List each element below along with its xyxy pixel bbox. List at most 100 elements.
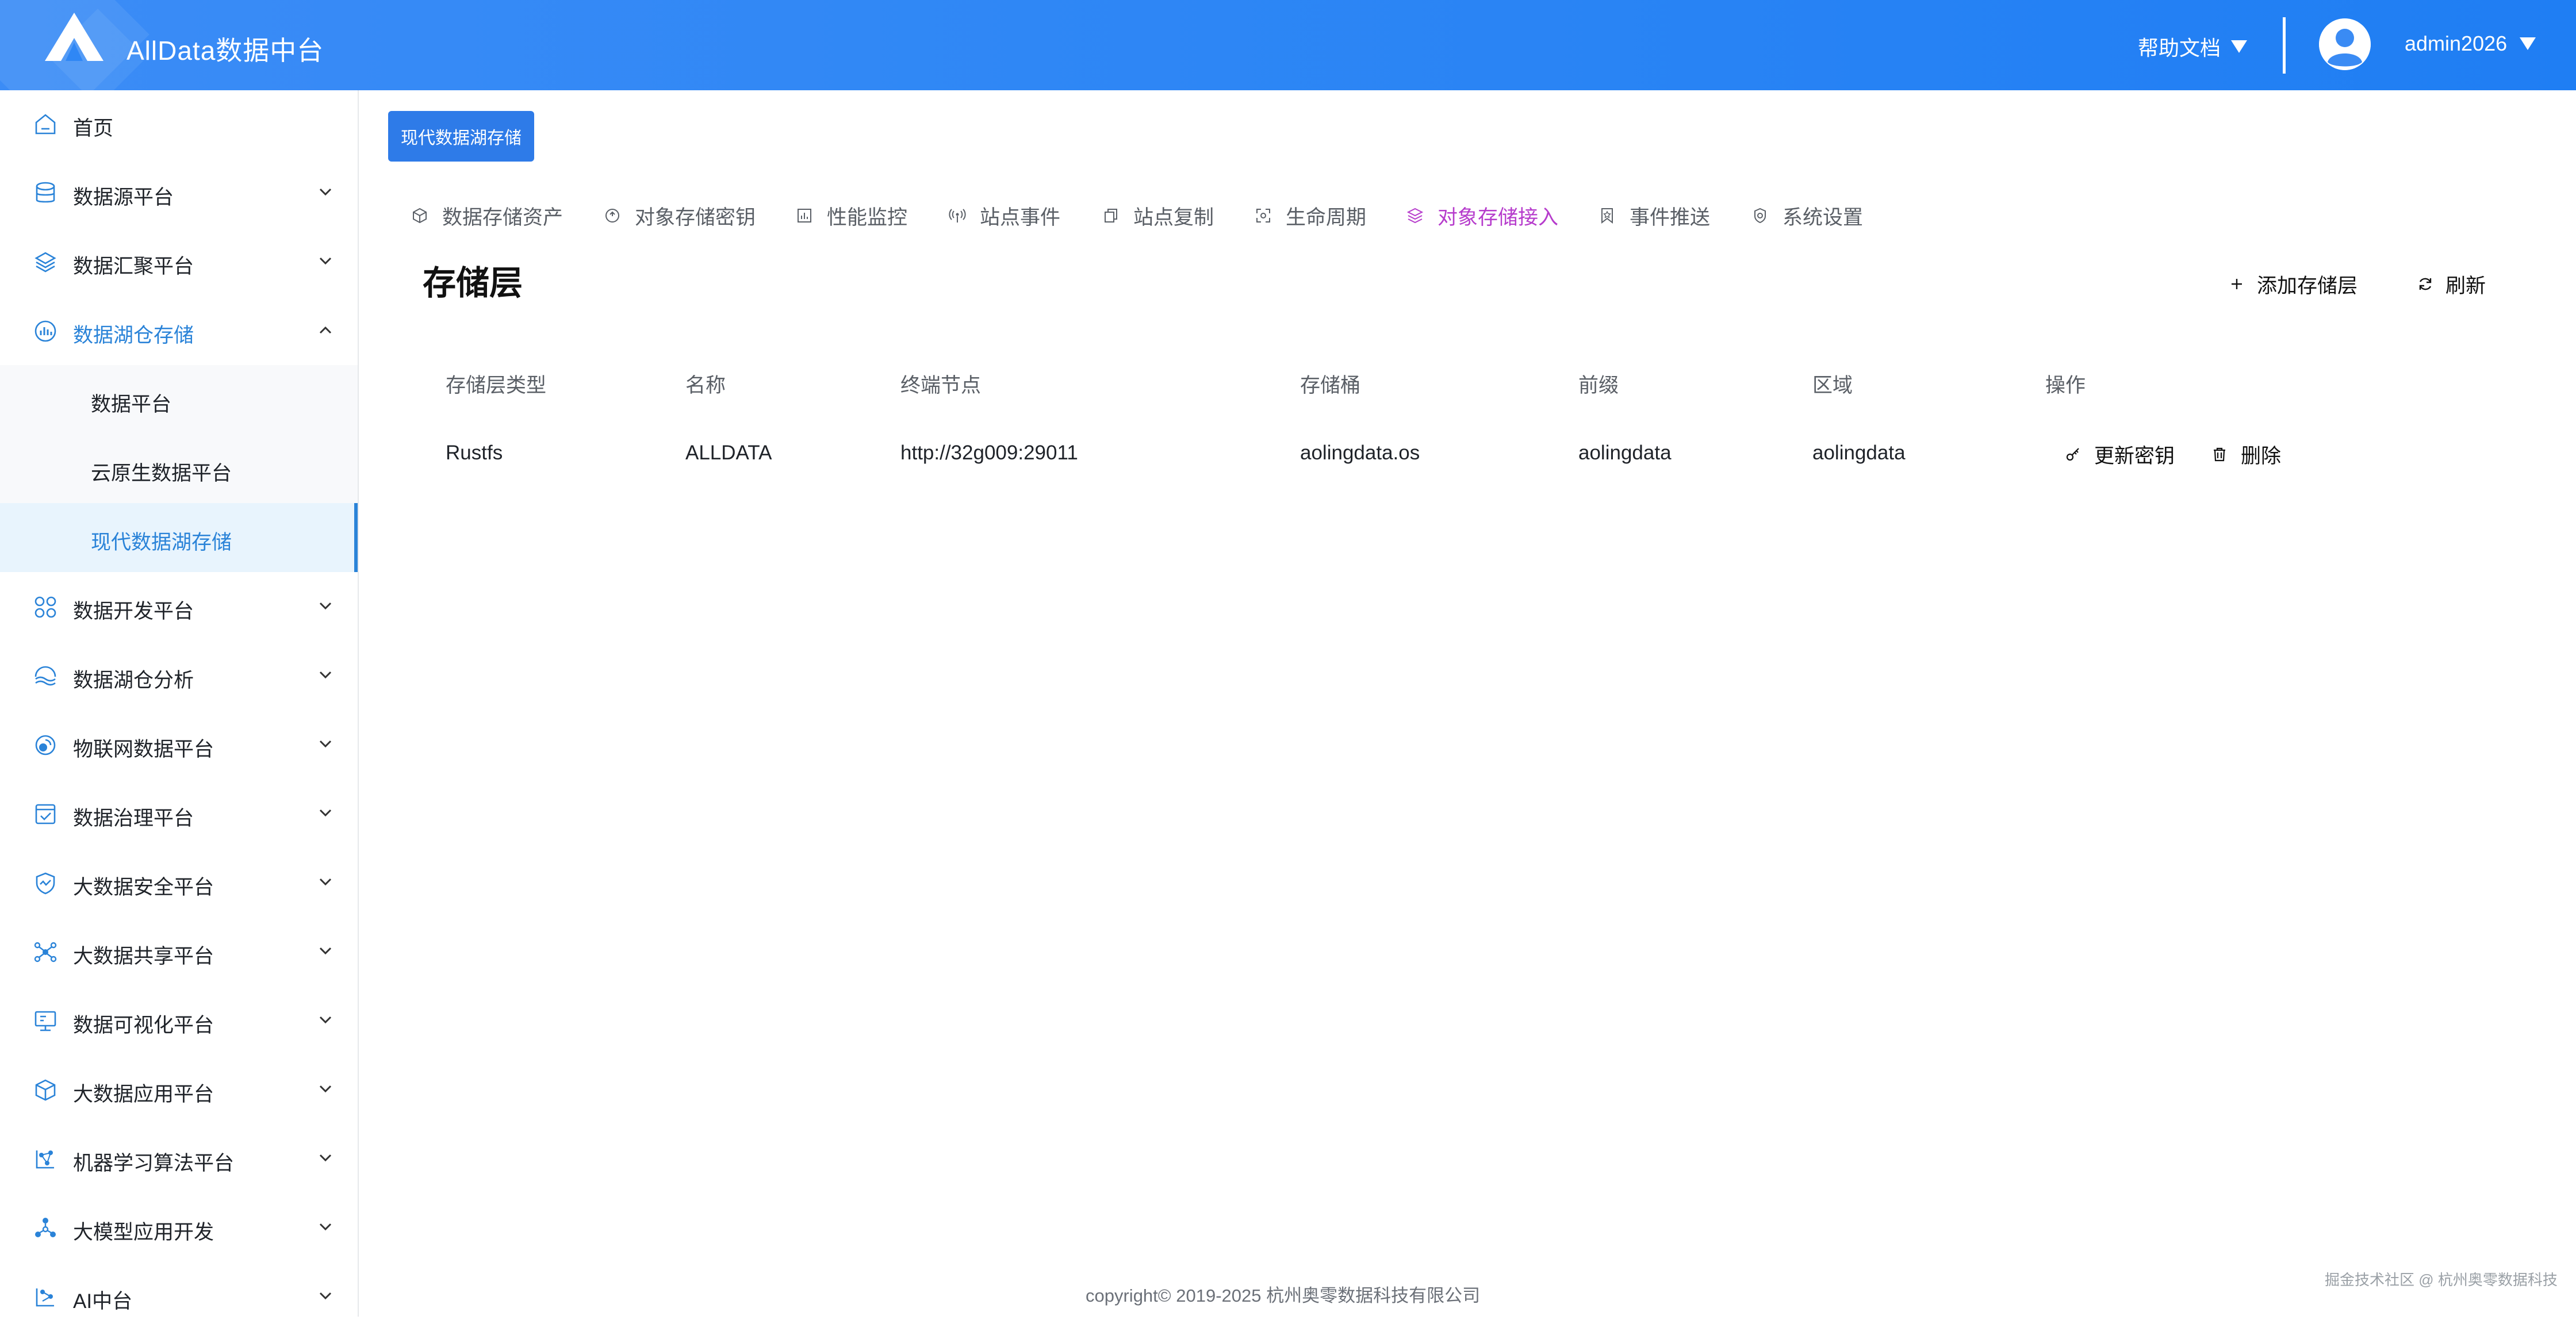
molecule-icon	[35, 1218, 56, 1237]
tab-lifecycle[interactable]: 生命周期	[1255, 201, 1366, 230]
page-title: 存储层	[423, 264, 523, 302]
sidebar-item-home[interactable]: 首页	[0, 90, 358, 158]
tab-label: 系统设置	[1782, 206, 1864, 229]
user-menu[interactable]: admin2026	[2405, 32, 2536, 56]
sidebar-item-label: 数据湖仓分析	[73, 669, 194, 692]
share-nodes-icon	[34, 942, 57, 962]
key-icon	[2066, 448, 2079, 461]
sidebar-item-label: 大数据共享平台	[73, 945, 214, 968]
sidebar-subitem-data-platform[interactable]: 数据平台	[0, 365, 358, 434]
tab-event-push[interactable]: 事件推送	[1598, 201, 1710, 230]
sidebar-item-lake-analysis[interactable]: 数据湖仓分析	[0, 642, 358, 710]
current-page-tag[interactable]: 现代数据湖存储	[388, 111, 534, 162]
add-storage-tier-button[interactable]: 添加存储层	[2228, 269, 2358, 299]
chevron-down-icon	[319, 740, 332, 748]
sidebar-item-sharing[interactable]: 大数据共享平台	[0, 918, 358, 986]
sidebar-item-application[interactable]: 大数据应用平台	[0, 1056, 358, 1124]
tab-site-events[interactable]: 站点事件	[949, 201, 1060, 230]
tab-performance[interactable]: 性能监控	[796, 201, 907, 230]
caret-down-icon	[2231, 40, 2248, 53]
app-title[interactable]: AllData数据中台	[126, 30, 324, 68]
sidebar-item-dev-platform[interactable]: 数据开发平台	[0, 573, 358, 641]
key-circle-icon	[605, 209, 619, 223]
tab-label: 站点事件	[980, 206, 1061, 229]
chevron-down-icon	[319, 257, 332, 265]
sidebar-item-visualization[interactable]: 数据可视化平台	[0, 987, 358, 1055]
chevron-down-icon	[319, 1085, 332, 1093]
tab-label: 数据存储资产	[442, 206, 564, 229]
cell-endpoint: http://32g009:29011	[900, 442, 1078, 464]
monitor-icon	[34, 1011, 56, 1031]
cell-type: Rustfs	[446, 442, 503, 464]
sidebar-item-llm[interactable]: 大模型应用开发	[0, 1194, 358, 1262]
sidebar-item-datasource[interactable]: 数据源平台	[0, 159, 358, 227]
sidebar-item-label: 大模型应用开发	[73, 1221, 214, 1244]
tab-label: 性能监控	[827, 206, 908, 229]
help-docs-label: 帮助文档	[2138, 36, 2221, 60]
chevron-down-icon	[319, 809, 332, 817]
layers-icon	[34, 252, 56, 273]
tab-label: 事件推送	[1630, 206, 1711, 229]
tab-label: 对象存储接入	[1438, 206, 1559, 229]
chevron-down-icon	[319, 878, 332, 886]
top-header: AllData数据中台 帮助文档 admin2026	[0, 0, 2576, 90]
sidebar-item-label: 数据治理平台	[73, 807, 194, 830]
column-header-type: 存储层类型	[446, 374, 547, 397]
refresh-button[interactable]: 刷新	[2417, 269, 2486, 299]
update-key-label: 更新密钥	[2094, 444, 2175, 467]
ai-graph-icon	[36, 1288, 54, 1307]
sidebar-item-governance[interactable]: 数据治理平台	[0, 780, 358, 848]
chevron-down-icon	[319, 602, 332, 610]
column-header-bucket: 存储桶	[1300, 374, 1361, 397]
tab-label: 站点复制	[1133, 206, 1214, 229]
column-header-region: 区域	[1812, 374, 1853, 397]
sidebar-item-iot[interactable]: 物联网数据平台	[0, 711, 358, 779]
chevron-down-icon	[319, 1223, 332, 1231]
settings-icon	[1754, 208, 1766, 224]
update-key-button[interactable]: 更新密钥	[2064, 440, 2175, 469]
lifecycle-icon	[1256, 209, 1270, 223]
tab-object-keys[interactable]: 对象存储密钥	[604, 201, 756, 230]
refresh-label: 刷新	[2445, 274, 2486, 297]
tab-storage-assets[interactable]: 数据存储资产	[411, 201, 563, 230]
sidebar-item-label: 数据可视化平台	[73, 1014, 214, 1037]
chevron-down-icon	[319, 188, 332, 196]
sidebar-item-label: 首页	[73, 117, 114, 140]
database-icon	[36, 182, 55, 203]
tab-label: 生命周期	[1286, 206, 1367, 229]
cube-icon	[35, 1079, 56, 1101]
column-header-prefix: 前缀	[1578, 374, 1619, 397]
user-name: admin2026	[2405, 32, 2508, 55]
sidebar-item-security[interactable]: 大数据安全平台	[0, 849, 358, 917]
sidebar-item-ai[interactable]: AI中台	[0, 1263, 358, 1331]
tab-label: 对象存储密钥	[635, 206, 756, 229]
chevron-down-icon	[319, 1016, 332, 1024]
sidebar-subitem-label: 数据平台	[91, 393, 172, 416]
user-avatar-icon[interactable]	[2319, 18, 2371, 70]
chevron-down-icon	[319, 1292, 332, 1300]
ml-graph-icon	[36, 1150, 54, 1169]
sidebar-subitem-cloud-native[interactable]: 云原生数据平台	[0, 434, 358, 503]
delete-button[interactable]: 删除	[2211, 440, 2281, 469]
sidebar-subitem-label: 现代数据湖存储	[91, 531, 232, 554]
watermark-text: 掘金技术社区 @ 杭州奥零数据科技	[2325, 1271, 2558, 1288]
sidebar: 首页 数据源平台 数据汇聚平台 数据湖仓存储 数据平台 云原生数据平台 现代数据…	[0, 90, 359, 1317]
sidebar-subitem-modern-lake[interactable]: 现代数据湖存储	[0, 503, 358, 572]
box-icon	[413, 208, 427, 224]
sidebar-item-label: 机器学习算法平台	[73, 1152, 235, 1175]
alldata-logo-icon[interactable]	[43, 10, 106, 63]
help-docs-menu[interactable]: 帮助文档	[2138, 32, 2248, 62]
sidebar-item-label: 数据源平台	[73, 186, 174, 209]
tab-object-storage-access[interactable]: 对象存储接入	[1406, 201, 1558, 230]
cell-name: ALLDATA	[685, 442, 772, 464]
sidebar-item-label: 数据湖仓存储	[73, 324, 194, 347]
iot-icon	[35, 735, 56, 755]
tab-system-settings[interactable]: 系统设置	[1751, 201, 1863, 230]
sidebar-item-aggregation[interactable]: 数据汇聚平台	[0, 228, 358, 296]
tab-site-replication[interactable]: 站点复制	[1102, 201, 1214, 230]
checklist-icon	[35, 804, 56, 824]
stack-icon	[1406, 208, 1424, 224]
sidebar-item-lake-storage[interactable]: 数据湖仓存储	[0, 297, 358, 365]
sidebar-item-ml[interactable]: 机器学习算法平台	[0, 1125, 358, 1193]
trash-icon	[2214, 447, 2225, 462]
